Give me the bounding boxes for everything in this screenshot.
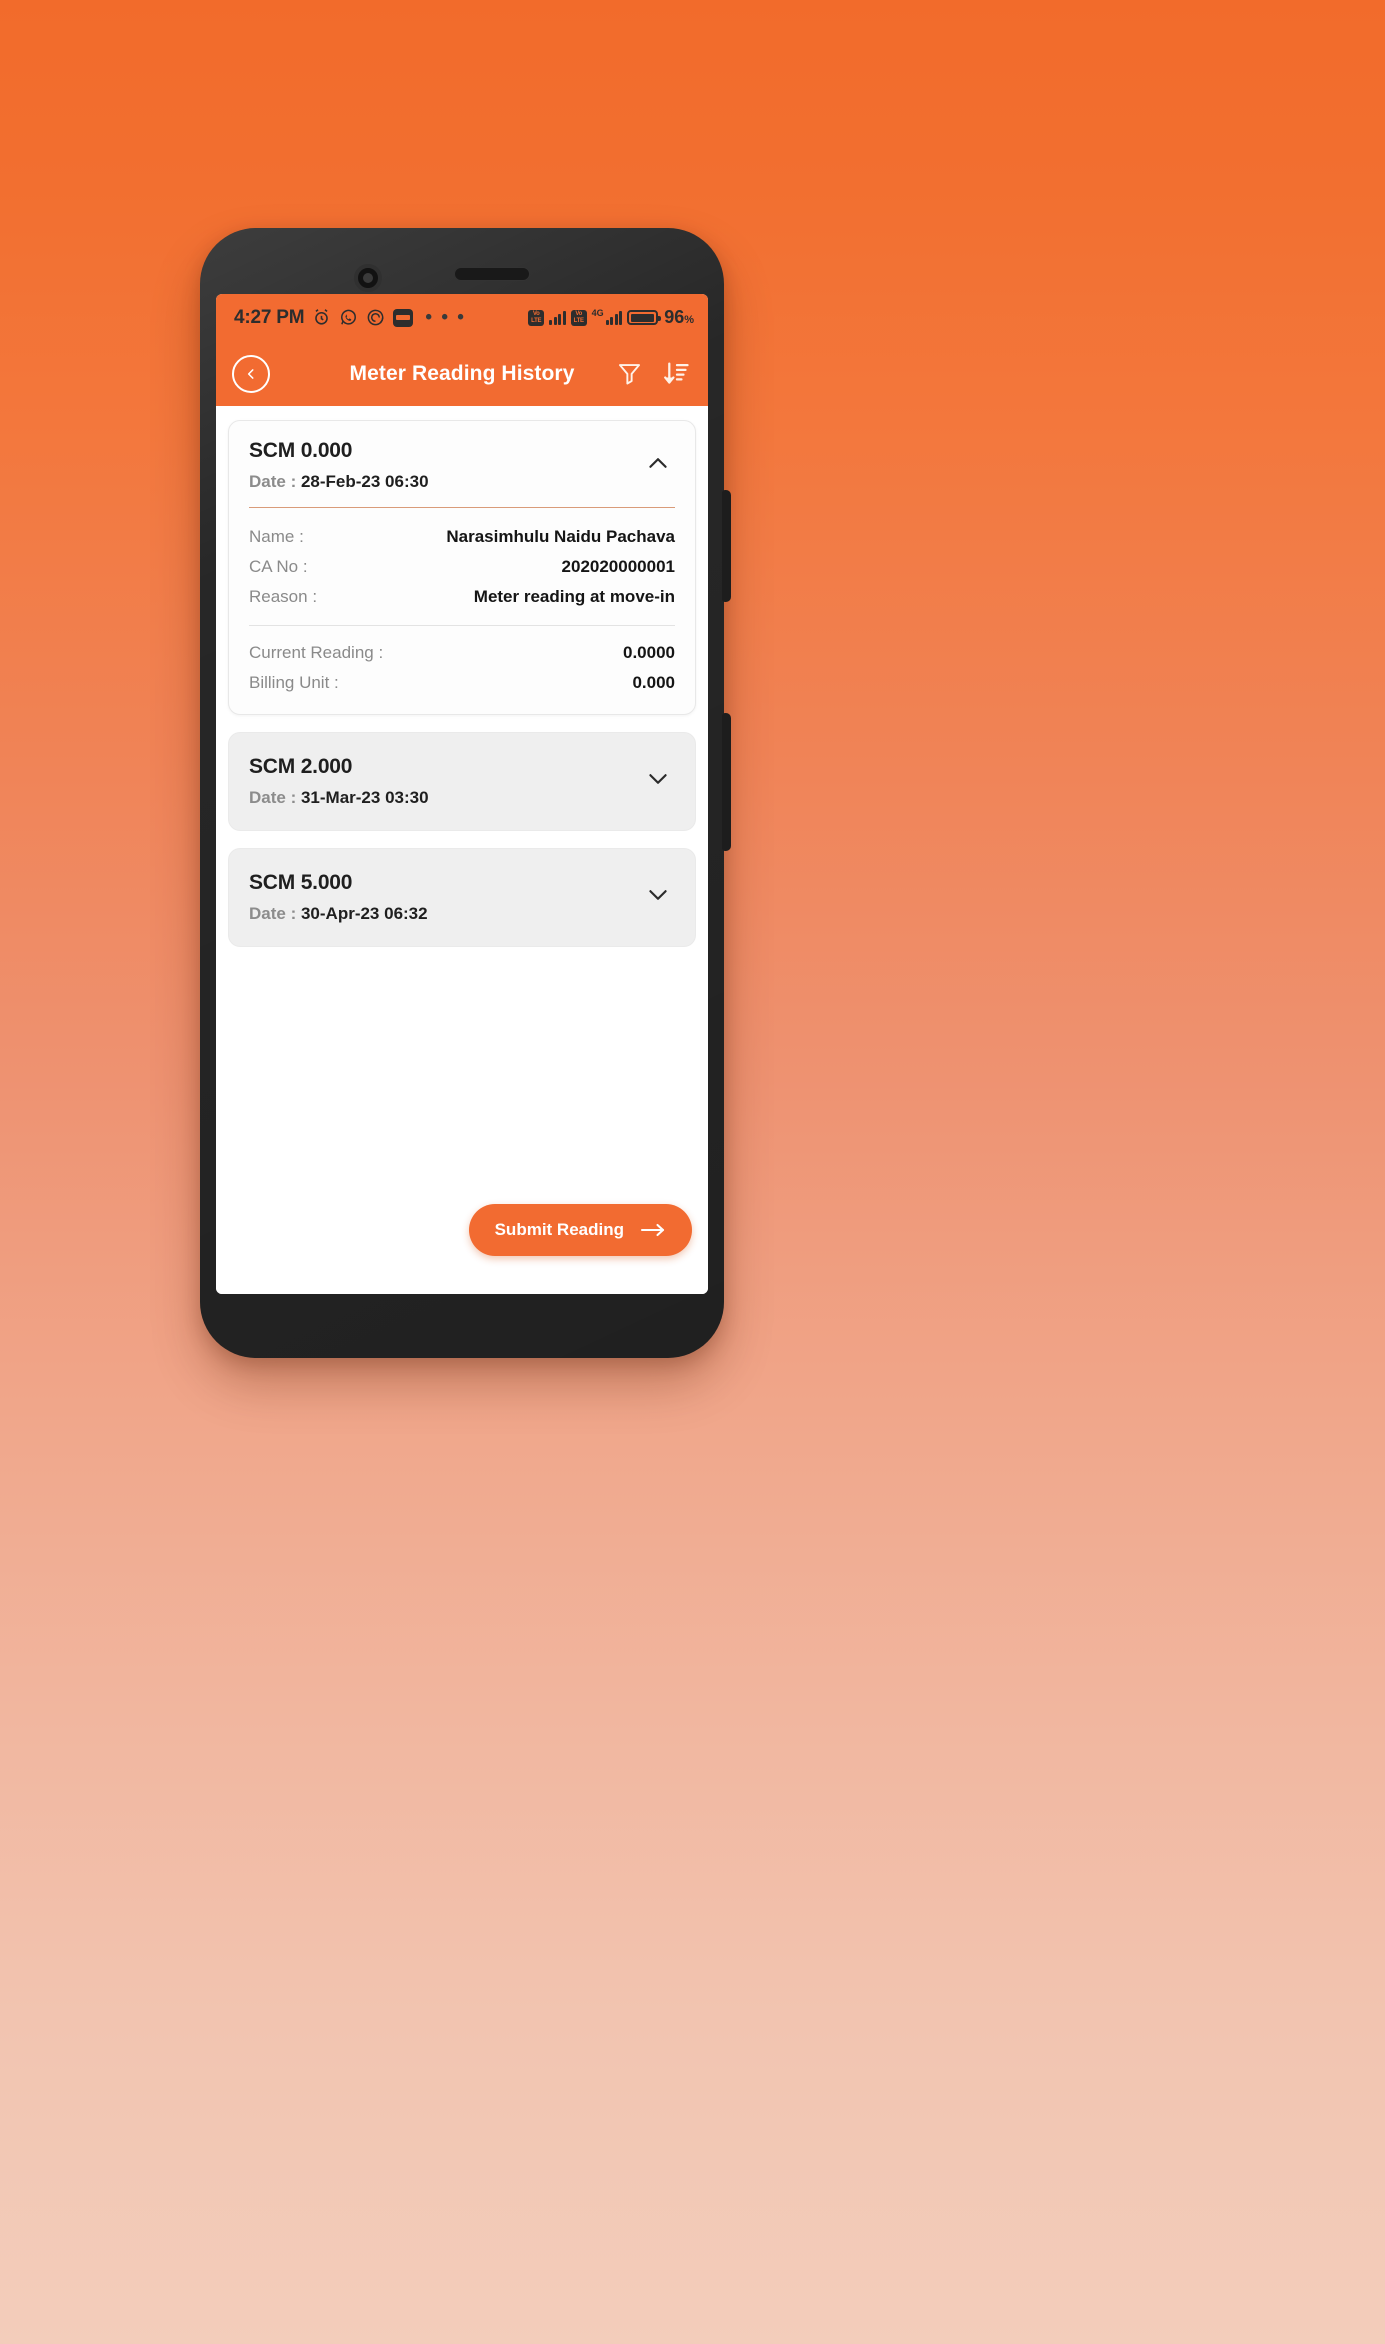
battery-icon: [627, 310, 662, 325]
reading-date: Date : 31-Mar-23 03:30: [249, 788, 429, 807]
reading-card-header-text: SCM 0.000 Date : 28-Feb-23 06:30: [249, 439, 641, 492]
detail-key: Name :: [249, 527, 304, 546]
chevron-down-icon: [649, 890, 667, 900]
status-bar-clock: 4:27 PM: [234, 306, 305, 328]
volte-sim2-icon: Vo LTE: [570, 309, 587, 326]
detail-value: 202020000001: [561, 557, 675, 576]
detail-key: Current Reading :: [249, 643, 384, 662]
back-button[interactable]: [232, 354, 270, 393]
detail-value: 0.000: [632, 673, 675, 692]
detail-value: Narasimhulu Naidu Pachava: [446, 527, 675, 546]
chevron-left-icon: [247, 368, 254, 379]
volte-sim1-icon: Vo LTE: [528, 309, 545, 326]
reading-card-expanded[interactable]: SCM 0.000 Date : 28-Feb-23 06:30 Name : …: [228, 420, 696, 715]
alarm-icon: [315, 309, 329, 325]
detail-value: Meter reading at move-in: [473, 587, 675, 606]
phone-device: 4:27 PM • • • Vo LTE Vo LTE 4G 96% Meter…: [200, 228, 731, 1358]
reading-date: Date : 30-Apr-23 06:32: [249, 904, 428, 923]
chevron-up-icon: [649, 458, 667, 468]
spiral-icon: [368, 309, 384, 326]
reading-card-collapsed[interactable]: SCM 2.000 Date : 31-Mar-23 03:30: [228, 732, 696, 831]
whatsapp-icon: [341, 309, 357, 325]
battery-percent-label: 96%: [664, 307, 694, 327]
detail-key: CA No :: [249, 557, 308, 576]
detail-row-current-reading: Current Reading : 0.0000: [249, 638, 675, 668]
app-bar-actions: [616, 360, 690, 387]
reading-card-header[interactable]: SCM 2.000 Date : 31-Mar-23 03:30: [249, 755, 675, 808]
reading-card-header-text: SCM 2.000 Date : 31-Mar-23 03:30: [249, 755, 641, 808]
volume-button[interactable]: [722, 490, 731, 602]
reading-date: Date : 28-Feb-23 06:30: [249, 472, 429, 491]
detail-row-billing-unit: Billing Unit : 0.000: [249, 668, 675, 698]
signal-sim2-icon: [605, 310, 623, 325]
submit-button-wrap: Submit Reading: [468, 1204, 692, 1256]
status-overflow-icon: • • •: [425, 306, 466, 328]
phone-screen: 4:27 PM • • • Vo LTE Vo LTE 4G 96% Meter…: [216, 294, 708, 1294]
readings-list: SCM 0.000 Date : 28-Feb-23 06:30 Name : …: [216, 406, 708, 1294]
power-button[interactable]: [722, 713, 731, 851]
status-bar-right: Vo LTE Vo LTE 4G 96%: [528, 307, 694, 328]
expand-toggle[interactable]: [641, 874, 675, 921]
detail-key: Billing Unit :: [249, 673, 339, 692]
chevron-down-icon: [649, 774, 667, 784]
reading-scm-value: SCM 2.000: [249, 755, 353, 778]
filter-icon[interactable]: [616, 360, 643, 387]
sort-descending-icon[interactable]: [663, 360, 690, 387]
signal-sim1-icon: [549, 310, 566, 325]
detail-key: Reason :: [249, 587, 318, 606]
card-divider-light: [249, 625, 675, 626]
submit-reading-button[interactable]: Submit Reading: [468, 1204, 692, 1256]
network-type-label: 4G: [591, 307, 604, 318]
card-divider-accent: [249, 507, 675, 508]
earpiece-speaker: [454, 267, 530, 281]
detail-row-reason: Reason : Meter reading at move-in: [249, 582, 675, 612]
detail-value: 0.0000: [623, 643, 675, 662]
app-bar: Meter Reading History: [216, 341, 708, 406]
reading-card-header[interactable]: SCM 0.000 Date : 28-Feb-23 06:30: [249, 439, 675, 492]
status-bar-left: 4:27 PM • • •: [234, 307, 528, 329]
status-bar: 4:27 PM • • • Vo LTE Vo LTE 4G 96%: [216, 294, 708, 341]
detail-row-ca-no: CA No : 202020000001: [249, 552, 675, 582]
reading-card-collapsed[interactable]: SCM 5.000 Date : 30-Apr-23 06:32: [228, 848, 696, 947]
reading-card-header[interactable]: SCM 5.000 Date : 30-Apr-23 06:32: [249, 871, 675, 924]
collapse-toggle[interactable]: [641, 442, 675, 489]
arrow-right-icon: [640, 1223, 665, 1237]
paytm-icon: [393, 308, 414, 327]
submit-reading-label: Submit Reading: [494, 1220, 624, 1239]
reading-card-header-text: SCM 5.000 Date : 30-Apr-23 06:32: [249, 871, 641, 924]
reading-scm-value: SCM 0.000: [249, 439, 353, 462]
front-camera-icon: [354, 264, 382, 292]
detail-row-name: Name : Narasimhulu Naidu Pachava: [249, 522, 675, 552]
reading-scm-value: SCM 5.000: [249, 871, 353, 894]
expand-toggle[interactable]: [641, 758, 675, 805]
